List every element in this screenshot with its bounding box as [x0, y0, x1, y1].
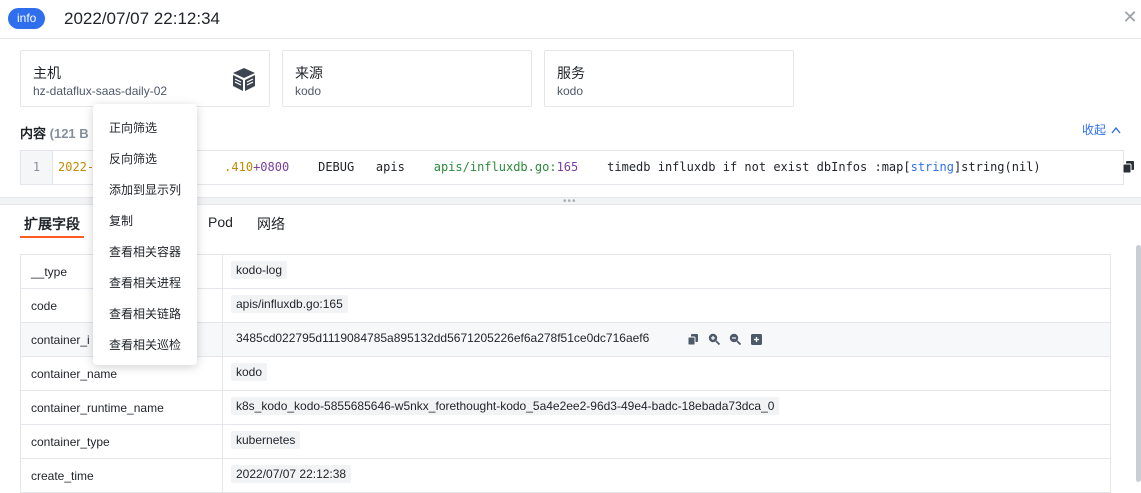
field-key: container_runtime_name — [31, 401, 164, 415]
log-timezone: +0800 — [253, 160, 290, 174]
collapse-label: 收起 — [1082, 123, 1107, 137]
context-menu: 正向筛选 反向筛选 添加到显示列 复制 查看相关容器 查看相关进程 查看相关链路… — [93, 104, 197, 365]
drag-grip-icon: ••• — [563, 196, 577, 207]
vertical-scrollbar[interactable] — [1136, 245, 1141, 482]
field-key: create_time — [31, 469, 94, 483]
field-key: container_i — [31, 333, 90, 347]
menu-item-include-filter[interactable]: 正向筛选 — [109, 119, 157, 136]
log-line: 2022- .410+0800 DEBUG apis apis/influxdb… — [58, 151, 1041, 184]
field-value: kodo — [231, 363, 268, 381]
host-label: 主机 — [33, 65, 61, 81]
collapse-button[interactable]: 收起 — [1082, 121, 1121, 138]
menu-item-view-inspections[interactable]: 查看相关巡检 — [109, 336, 181, 353]
menu-item-view-traces[interactable]: 查看相关链路 — [109, 305, 181, 322]
menu-item-exclude-filter[interactable]: 反向筛选 — [109, 150, 157, 167]
row-actions — [687, 332, 768, 348]
service-card: 服务 kodo — [544, 50, 794, 107]
zoom-in-icon[interactable] — [708, 333, 720, 348]
zoom-out-icon[interactable] — [729, 333, 742, 348]
field-value: 2022/07/07 22:12:38 — [231, 465, 352, 483]
tab-network[interactable]: 网络 — [257, 214, 285, 234]
source-card: 来源 kodo — [282, 50, 532, 107]
tab-pod[interactable]: Pod — [208, 214, 233, 230]
host-card: 主机 hz-dataflux-saas-daily-02 — [20, 50, 270, 107]
field-value: k8s_kodo_kodo-5855685646-w5nkx_forethoug… — [231, 397, 780, 415]
menu-item-add-column[interactable]: 添加到显示列 — [109, 181, 181, 198]
field-key: container_type — [31, 435, 110, 449]
header-bar: info 2022/07/07 22:12:34 ✕ — [0, 0, 1141, 39]
cube-icon — [231, 66, 257, 95]
chevron-up-icon — [1111, 123, 1121, 137]
status-badge: info — [8, 8, 46, 29]
table-row: container_runtime_name k8s_kodo_kodo-585… — [21, 391, 1110, 425]
source-value: kodo — [295, 84, 322, 98]
close-icon[interactable]: ✕ — [1122, 8, 1138, 26]
log-timestamp-suffix: .410 — [224, 160, 254, 174]
log-source-file: apis/influxdb.go: — [433, 160, 557, 174]
table-row: container_type kubernetes — [21, 425, 1110, 459]
field-key: __type — [31, 265, 68, 279]
log-module: apis — [375, 160, 405, 174]
field-value: apis/influxdb.go:165 — [231, 295, 348, 313]
menu-item-view-processes[interactable]: 查看相关进程 — [109, 274, 181, 291]
active-tab-indicator — [20, 236, 84, 238]
menu-item-copy[interactable]: 复制 — [109, 212, 133, 229]
source-label: 来源 — [295, 65, 323, 81]
service-label: 服务 — [557, 65, 585, 81]
copy-icon[interactable] — [687, 333, 698, 348]
menu-item-view-containers[interactable]: 查看相关容器 — [109, 243, 181, 260]
log-message-post: ]string(nil) — [953, 160, 1041, 174]
line-number: 1 — [21, 151, 53, 184]
field-key: container_name — [31, 367, 118, 381]
field-value: 3485cd022795d1119084785a895132dd56712052… — [236, 331, 650, 345]
page-title: 2022/07/07 22:12:34 — [64, 9, 220, 28]
field-key: code — [31, 299, 58, 313]
log-timestamp-prefix: 2022- — [58, 160, 95, 174]
field-value: kubernetes — [231, 431, 301, 449]
host-value: hz-dataflux-saas-daily-02 — [33, 84, 168, 98]
log-message-keyword: string — [910, 160, 954, 174]
content-heading: 内容 (121 B — [20, 123, 89, 142]
field-value: kodo-log — [231, 261, 288, 279]
content-label: 内容 — [20, 126, 47, 141]
log-level: DEBUG — [318, 160, 355, 174]
service-value: kodo — [557, 84, 584, 98]
log-message-pre: timedb influxdb if not exist dbInfos :ma… — [607, 160, 911, 174]
tab-extended-fields[interactable]: 扩展字段 — [24, 214, 80, 234]
table-row: create_time 2022/07/07 22:12:38 — [21, 459, 1110, 493]
content-size: (121 B — [49, 126, 89, 141]
add-column-icon[interactable] — [750, 333, 762, 348]
log-source-line: 165 — [556, 160, 579, 174]
copy-icon[interactable] — [1122, 161, 1134, 176]
